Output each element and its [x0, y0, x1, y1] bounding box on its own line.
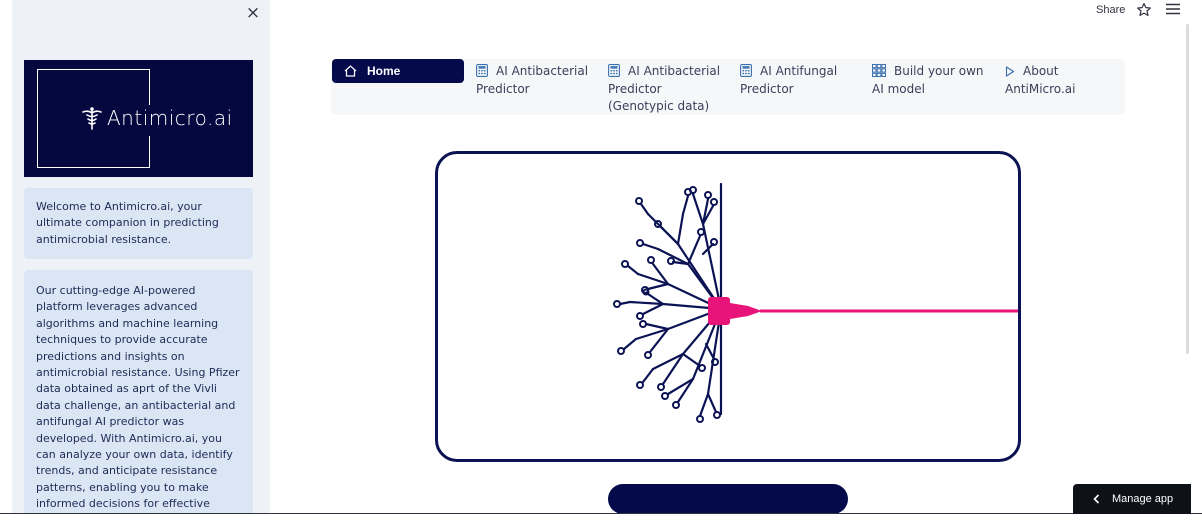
- calculator-icon: [608, 64, 620, 77]
- calculator-icon: [476, 64, 488, 77]
- primary-action-button[interactable]: [608, 484, 848, 514]
- scrollbar[interactable]: [1186, 24, 1189, 354]
- nav-item-label: Home: [367, 64, 401, 78]
- star-icon[interactable]: [1136, 2, 1152, 18]
- description-text: Our cutting-edge AI-powered platform lev…: [36, 284, 240, 511]
- logo: Antimicro.ai: [24, 60, 253, 177]
- sidebar: × Antimicro.ai Welcome to Antimicro.ai, …: [12, 0, 270, 513]
- hero-image: [435, 151, 1021, 462]
- description-info-box: Our cutting-edge AI-powered platform lev…: [24, 270, 253, 513]
- close-sidebar-button[interactable]: ×: [242, 2, 264, 24]
- nav-item-label: Build your own AI model: [872, 64, 984, 96]
- chevron-left-icon: [1093, 494, 1100, 504]
- nav-item-label: About AntiMicro.ai: [1005, 64, 1076, 96]
- welcome-info-box: Welcome to Antimicro.ai, your ultimate c…: [24, 188, 253, 259]
- nav-item-home[interactable]: Home: [332, 59, 464, 83]
- circuit-brain-illustration: [613, 182, 1018, 423]
- manage-app-button[interactable]: Manage app: [1073, 484, 1191, 514]
- logo-content: Antimicro.ai: [80, 106, 233, 130]
- share-button[interactable]: Share: [1096, 4, 1125, 16]
- nav-item-about[interactable]: About AntiMicro.ai: [1005, 63, 1115, 98]
- nav-item-ai-antifungal-predictor[interactable]: AI Antifungal Predictor: [740, 63, 860, 98]
- nav-item-label: AI Antibacterial Predictor (Genotypic da…: [608, 64, 721, 113]
- nav-item-build-your-own-ai-model[interactable]: Build your own AI model: [872, 63, 998, 98]
- play-icon: [1005, 66, 1015, 77]
- grid-icon: [872, 64, 886, 77]
- house-icon: [344, 65, 357, 77]
- manage-app-label: Manage app: [1112, 493, 1174, 505]
- nav-item-label: AI Antifungal Predictor: [740, 64, 838, 96]
- caduceus-icon: [82, 107, 102, 130]
- nav-item-label: AI Antibacterial Predictor: [476, 64, 589, 96]
- logo-text: Antimicro.ai: [107, 106, 233, 130]
- calculator-icon: [740, 64, 752, 77]
- divider: [0, 513, 1202, 514]
- nav-item-ai-antibacterial-predictor[interactable]: AI Antibacterial Predictor: [476, 63, 596, 98]
- nav-item-ai-antibacterial-genotypic[interactable]: AI Antibacterial Predictor (Genotypic da…: [608, 63, 728, 116]
- welcome-text: Welcome to Antimicro.ai, your ultimate c…: [36, 200, 219, 246]
- nav-menu: Home AI Antibacterial Predictor AI Antib…: [331, 59, 1125, 115]
- menu-icon[interactable]: [1166, 3, 1180, 15]
